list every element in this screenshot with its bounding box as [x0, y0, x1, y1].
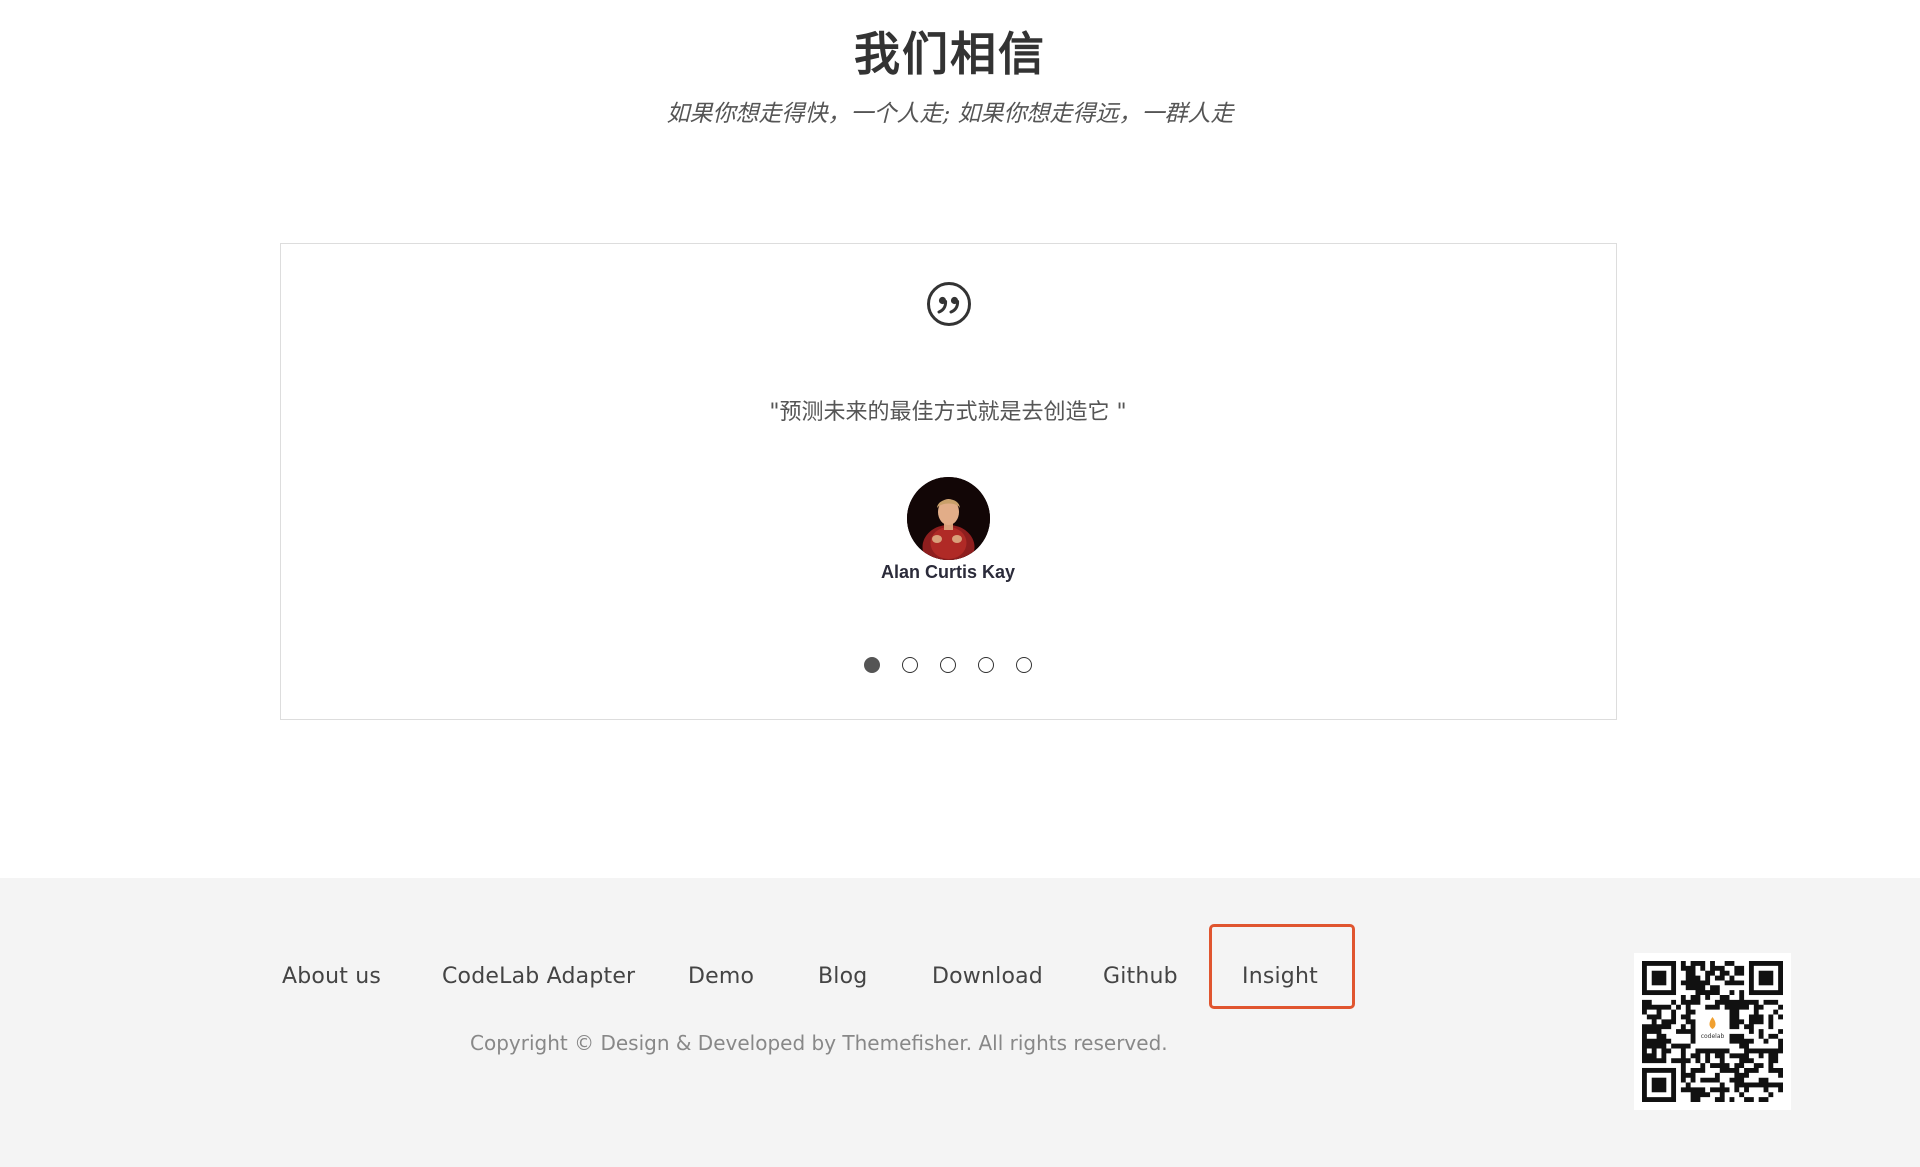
footer-link-blog[interactable]: Blog: [818, 964, 867, 989]
qr-logo-text: codelab: [1701, 1033, 1725, 1040]
testimonial-quote: "预测未来的最佳方式就是去创造它 ": [769, 400, 1127, 425]
copyright-text: Copyright © Design & Developed by Themef…: [470, 1031, 1168, 1055]
carousel-dots: [281, 657, 1615, 673]
quote-icon: [926, 281, 972, 327]
footer: About us CodeLab Adapter Demo Blog Downl…: [0, 878, 1920, 1167]
qr-code: codelab: [1634, 953, 1791, 1110]
carousel-dot-5[interactable]: [1016, 657, 1032, 673]
carousel-dot-2[interactable]: [902, 657, 918, 673]
page-subtitle: 如果你想走得快，一个人走; 如果你想走得远，一群人走: [666, 101, 1234, 127]
footer-link-github[interactable]: Github: [1103, 964, 1178, 989]
insight-highlight-box: [1209, 924, 1355, 1009]
footer-link-about-us[interactable]: About us: [282, 964, 381, 989]
footer-link-demo[interactable]: Demo: [688, 964, 754, 989]
carousel-dot-1[interactable]: [864, 657, 880, 673]
author-name: Alan Curtis Kay: [880, 562, 1016, 582]
carousel-dot-3[interactable]: [940, 657, 956, 673]
testimonial-card: "预测未来的最佳方式就是去创造它 " Alan Curtis Kay: [280, 243, 1617, 720]
page-title: 我们相信: [854, 27, 1046, 81]
author-avatar: [907, 477, 990, 560]
footer-link-codelab-adapter[interactable]: CodeLab Adapter: [442, 964, 635, 989]
carousel-dot-4[interactable]: [978, 657, 994, 673]
footer-link-download[interactable]: Download: [932, 964, 1043, 989]
